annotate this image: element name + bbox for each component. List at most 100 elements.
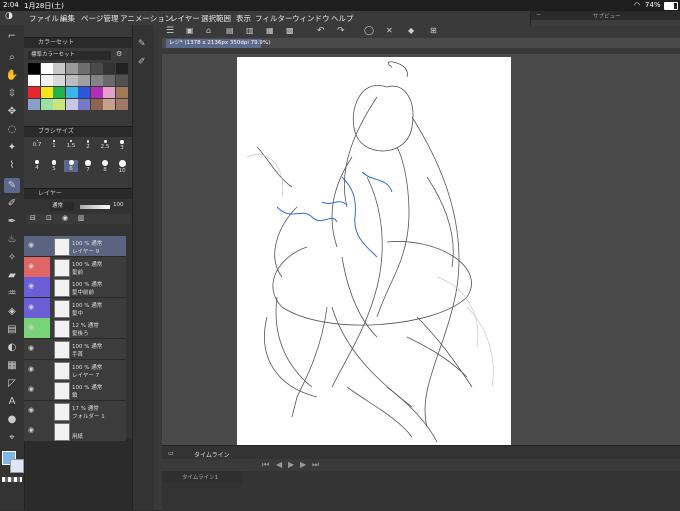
menu-page[interactable]: ページ管理 <box>81 13 118 24</box>
lock-icon[interactable]: ⊡ <box>46 214 52 222</box>
menu-file[interactable]: ファイル <box>29 13 59 24</box>
color-swatch[interactable] <box>103 63 115 74</box>
open-icon[interactable]: ⌂ <box>206 26 211 35</box>
layer-row[interactable]: ◉ 100 % 通常 髪中 <box>24 297 126 319</box>
move-icon[interactable]: ✥ <box>4 104 20 119</box>
zoom-icon[interactable]: ⌕ <box>4 50 20 65</box>
color-swatch[interactable] <box>65 99 78 110</box>
eyedropper-icon[interactable]: ⌇ <box>4 158 20 173</box>
sub-color-swatch[interactable] <box>10 459 24 473</box>
color-swatch[interactable] <box>90 63 103 74</box>
color-swatch[interactable] <box>40 99 53 110</box>
layer-row[interactable]: ◉ 100 % 通常 髪中前前 <box>24 277 126 299</box>
brush-size-option[interactable]: 2 <box>81 140 95 150</box>
color-swatch[interactable] <box>90 87 103 98</box>
magic-wand-icon[interactable]: ✦ <box>4 140 20 155</box>
brush-size-option[interactable]: 5 <box>47 160 61 172</box>
eye-icon[interactable]: ◉ <box>28 427 36 434</box>
blend-mode-select[interactable]: 通常 <box>50 202 74 211</box>
save-icon[interactable]: ▤ <box>226 26 234 35</box>
mask-icon[interactable]: ▥ <box>78 214 85 222</box>
transform-icon[interactable]: ⊞ <box>430 26 437 35</box>
color-swatch[interactable] <box>28 63 40 74</box>
color-swatch[interactable] <box>78 75 90 86</box>
color-swatch[interactable] <box>78 87 90 98</box>
bookmark-icon[interactable]: ⌐ <box>4 29 20 44</box>
correct-line-icon[interactable]: ⌖ <box>4 430 20 445</box>
opacity-slider[interactable] <box>80 205 110 209</box>
color-swatch[interactable] <box>40 63 53 74</box>
color-swatch[interactable] <box>28 99 40 110</box>
eye-icon[interactable]: ◉ <box>28 345 36 352</box>
eye-icon[interactable]: ◉ <box>28 406 36 414</box>
color-swatch[interactable] <box>78 99 90 110</box>
color-swatch[interactable] <box>78 63 90 74</box>
color-swatch[interactable] <box>53 75 65 86</box>
fill-selection-icon[interactable]: ◆ <box>408 26 414 35</box>
decoration-icon[interactable]: ✧ <box>4 250 20 265</box>
color-swatch[interactable] <box>103 87 115 98</box>
first-frame-icon[interactable]: ⏮ <box>262 460 269 470</box>
menu-view[interactable]: 表示 <box>236 13 251 24</box>
menu-window[interactable]: ウィンドウ <box>292 13 330 24</box>
fill-icon[interactable]: ◈ <box>4 304 20 319</box>
clip-icon[interactable]: ⊟ <box>30 214 36 222</box>
color-swatch[interactable] <box>53 63 65 74</box>
print-icon[interactable]: ▩ <box>286 26 294 35</box>
transparent-swatch[interactable] <box>2 477 22 482</box>
timeline-row[interactable]: タイムライン1 <box>162 471 242 483</box>
airbrush-icon[interactable]: ♨ <box>4 232 20 247</box>
menu-filter[interactable]: フィルター <box>255 13 292 24</box>
figure-icon[interactable]: ◐ <box>4 340 20 355</box>
last-frame-icon[interactable]: ⏭ <box>312 460 319 470</box>
color-swatch[interactable] <box>53 99 65 110</box>
color-swatch[interactable] <box>90 75 103 86</box>
settings-icon[interactable]: ⚙ <box>116 50 122 58</box>
eye-icon[interactable]: ◉ <box>28 324 36 331</box>
color-swatch[interactable] <box>115 87 128 98</box>
layer-row[interactable]: ◉ 100 % 通常鎖 <box>24 380 126 402</box>
menu-layer[interactable]: レイヤー <box>170 13 200 24</box>
menu-help[interactable]: ヘルプ <box>331 13 354 24</box>
color-swatch[interactable] <box>28 87 40 98</box>
color-swatch[interactable] <box>53 87 65 98</box>
balloon-icon[interactable]: ● <box>4 412 20 427</box>
reference-icon[interactable]: ◉ <box>62 214 68 222</box>
brush-size-option[interactable]: 1.5 <box>64 140 78 149</box>
layer-row[interactable]: ◉ 100 % 通常 手首 <box>24 339 126 360</box>
frame-icon[interactable]: ▦ <box>4 358 20 373</box>
layer-row[interactable]: ◉ 100 % 通常 髪前 <box>24 256 126 278</box>
layer-row[interactable]: ◉ 用紙 <box>24 421 126 443</box>
brush-size-option[interactable]: 4 <box>30 160 44 171</box>
menu-animation[interactable]: アニメーション <box>120 13 172 24</box>
redo-icon[interactable]: ↷ <box>337 26 345 36</box>
hand-icon[interactable]: ✋ <box>4 68 20 83</box>
layer-row[interactable]: ◉ 12 % 通常 髪後ろ <box>24 318 126 340</box>
brush-size-option[interactable]: 10 <box>115 160 129 174</box>
eye-icon[interactable]: ◉ <box>28 386 36 393</box>
color-swatch[interactable] <box>40 75 53 86</box>
eye-icon[interactable]: ◉ <box>28 242 36 249</box>
eye-icon[interactable]: ◉ <box>28 283 36 290</box>
document-tab[interactable]: レジ* (1378 x 2136px 350dpi 79.9%) <box>166 39 270 48</box>
marker-icon[interactable]: ✐ <box>138 57 146 67</box>
brush-size-option[interactable]: 2.5 <box>98 140 112 150</box>
menu-selection[interactable]: 選択範囲 <box>201 13 231 24</box>
play-icon[interactable]: ▶ <box>288 460 294 469</box>
export-icon[interactable]: ▥ <box>246 26 254 35</box>
eraser-icon[interactable]: ▰ <box>4 268 20 283</box>
brush-icon[interactable]: ✒ <box>4 214 20 229</box>
brush-size-option[interactable]: 3 <box>115 140 129 151</box>
color-swatch[interactable] <box>103 99 115 110</box>
brush-size-option[interactable]: 1 <box>47 140 61 149</box>
lasso-icon[interactable]: ◌ <box>4 122 20 137</box>
color-swatch[interactable] <box>115 75 128 86</box>
menu-icon[interactable]: ☰ <box>166 26 174 36</box>
layer-row[interactable]: ◉ 100 % 通常 レイヤー 9 <box>24 236 126 257</box>
color-set-select[interactable]: 標準カラーセット <box>28 51 111 60</box>
share-icon[interactable]: ▦ <box>266 26 274 35</box>
layer-row[interactable]: ◉ 17 % 通常 フォルダー 1 <box>24 400 126 422</box>
brush-size-option[interactable]: 7 <box>81 160 95 173</box>
brush-size-option[interactable]: 0.7 <box>30 140 44 148</box>
brush-size-option[interactable]: 6 <box>64 160 78 172</box>
